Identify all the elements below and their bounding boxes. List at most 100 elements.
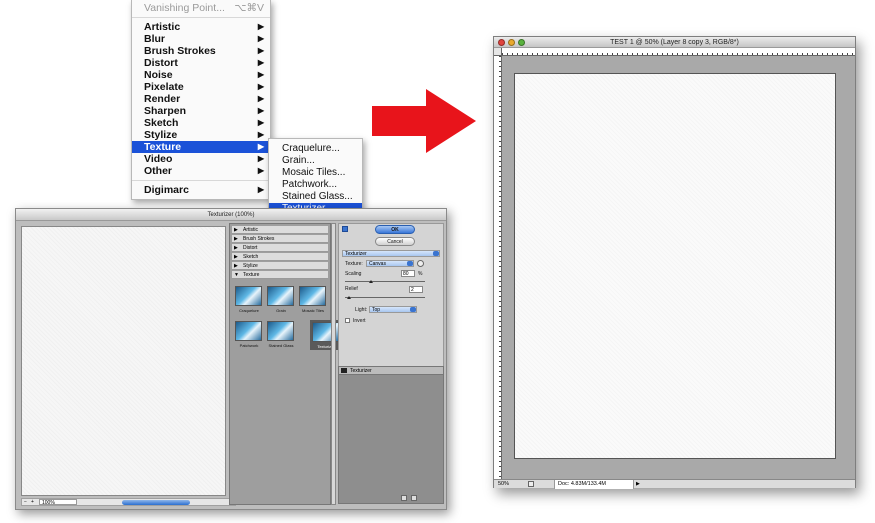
horizontal-ruler[interactable] [502,48,855,56]
zoom-out-icon[interactable]: − [24,499,27,506]
menu-item-distort[interactable]: Distort ▶ [132,57,270,69]
dropdown-arrow-icon [433,251,439,256]
preview-pane[interactable] [21,226,226,496]
light-select-value: Top [372,307,381,313]
effect-layer-texturizer[interactable]: Texturizer [339,367,443,375]
submenu-arrow-icon: ▶ [257,106,264,115]
submenu-arrow-icon: ▶ [257,142,264,151]
filter-list-scrollbar[interactable] [331,223,336,505]
thumbnail-stained-glass[interactable] [267,321,294,341]
submenu-arrow-icon: ▶ [257,82,264,91]
scaling-unit: % [418,271,423,277]
menu-item-other[interactable]: Other ▶ [132,165,270,177]
thumbnail-grain[interactable] [267,286,294,306]
menu-item-video[interactable]: Video ▶ [132,153,270,165]
scaling-field[interactable]: 80 [401,270,415,277]
horizontal-scrollbar-thumb[interactable] [122,500,190,505]
menu-item-artistic[interactable]: Artistic ▶ [132,21,270,33]
menu-item-stylize[interactable]: Stylize ▶ [132,129,270,141]
document-size-info[interactable]: Doc: 4.83M/133.4M [554,480,634,489]
category-texture[interactable]: ▼ Texture [232,271,328,279]
trash-icon[interactable] [411,495,417,501]
category-sketch[interactable]: ▶ Sketch [232,253,328,261]
menu-item-sharpen[interactable]: Sharpen ▶ [132,105,270,117]
filter-category-list: ▶ Artistic ▶ Brush Strokes ▶ Distort ▶ Sketc… [229,223,341,505]
filter-gallery-window: Texturizer (100%) − + 100% ▶ Artistic ▶ Br… [15,208,447,510]
menu-item-blur[interactable]: Blur ▶ [132,33,270,45]
vertical-ruler[interactable] [494,56,502,479]
relief-slider-handle[interactable] [347,296,351,299]
document-status-bar: 50% Doc: 4.83M/133.4M ▶ [494,479,855,489]
expanded-triangle-icon: ▼ [234,272,239,278]
thumbnail-label: Mosaic Tiles [301,308,324,313]
scaling-label: Scaling [345,271,362,277]
menu-item-noise[interactable]: Noise ▶ [132,69,270,81]
document-canvas[interactable] [514,73,836,459]
submenu-arrow-icon: ▶ [257,130,264,139]
submenu-arrow-icon: ▶ [257,46,264,55]
menu-item-shortcut: ⌥⌘V [234,2,264,14]
submenu-item-grain[interactable]: Grain... [269,155,362,167]
category-artistic[interactable]: ▶ Artistic [232,226,328,234]
status-info-icon[interactable] [528,481,534,487]
zoom-field[interactable]: 100% [39,499,77,506]
submenu-arrow-icon: ▶ [257,118,264,127]
category-distort[interactable]: ▶ Distort [232,244,328,252]
texture-select-value: Canvas [369,261,386,267]
toggle-gallery-icon[interactable] [342,226,348,232]
menu-item-digimarc[interactable]: Digimarc ▶ [132,184,270,196]
menu-item-vanishing-point[interactable]: Vanishing Point... ⌥⌘V [132,2,270,14]
submenu-item-stained-glass[interactable]: Stained Glass... [269,191,362,203]
zoom-level[interactable]: 50% [498,480,524,489]
menu-item-sketch[interactable]: Sketch ▶ [132,117,270,129]
scaling-slider[interactable] [345,281,425,282]
light-select[interactable]: Top [369,306,417,313]
zoom-in-icon[interactable]: + [31,499,34,506]
filter-select-value: Texturizer [345,251,367,257]
menu-item-label: Video [144,153,173,165]
filter-select[interactable]: Texturizer [342,250,440,257]
category-brush-strokes[interactable]: ▶ Brush Strokes [232,235,328,243]
menu-item-pixelate[interactable]: Pixelate ▶ [132,81,270,93]
menu-item-brush-strokes[interactable]: Brush Strokes ▶ [132,45,270,57]
submenu-arrow-icon: ▶ [257,185,264,194]
effect-layers-panel: Texturizer [338,366,444,504]
arrow-shape [372,89,476,153]
menu-item-label: Vanishing Point... [144,2,225,14]
menu-item-label: Texture [144,141,182,153]
ruler-origin[interactable] [494,48,502,56]
texture-options-icon[interactable] [417,260,424,267]
thumbnail-mosaic-tiles[interactable] [299,286,326,306]
cancel-button[interactable]: Cancel [375,237,415,246]
menu-item-label: Sharpen [144,105,187,117]
submenu-item-craquelure[interactable]: Craquelure... [269,143,362,155]
relief-label: Relief [345,286,358,292]
thumbnail-patchwork[interactable] [235,321,262,341]
menu-item-label: Brush Strokes [144,45,216,57]
filter-menu: Vanishing Point... ⌥⌘V Artistic ▶ Blur ▶ B… [131,0,271,200]
menu-item-texture[interactable]: Texture ▶ [132,141,270,153]
invert-checkbox[interactable] [345,318,350,323]
category-stylize[interactable]: ▶ Stylize [232,262,328,270]
scaling-slider-handle[interactable] [369,280,373,283]
filter-settings-panel: OK Cancel Texturizer Texture: Canvas Sca… [338,223,444,373]
submenu-item-mosaic-tiles[interactable]: Mosaic Tiles... [269,167,362,179]
new-effect-layer-icon[interactable] [401,495,407,501]
submenu-item-patchwork[interactable]: Patchwork... [269,179,362,191]
submenu-arrow-icon: ▶ [257,22,264,31]
eye-icon[interactable] [341,368,347,373]
status-menu-arrow-icon[interactable]: ▶ [636,481,642,487]
menu-separator [132,17,270,18]
category-label: Distort [243,245,258,251]
menu-item-render[interactable]: Render ▶ [132,93,270,105]
menu-item-label: Digimarc [144,184,189,196]
ok-button[interactable]: OK [375,225,415,234]
texture-select[interactable]: Canvas [366,260,414,267]
relief-slider[interactable] [345,297,425,298]
collapsed-triangle-icon: ▶ [234,263,238,269]
invert-label: Invert [353,318,366,324]
relief-field[interactable]: 2 [409,286,423,293]
submenu-arrow-icon: ▶ [257,154,264,163]
thumbnail-craquelure[interactable] [235,286,262,306]
effect-layer-label: Texturizer [350,368,372,374]
